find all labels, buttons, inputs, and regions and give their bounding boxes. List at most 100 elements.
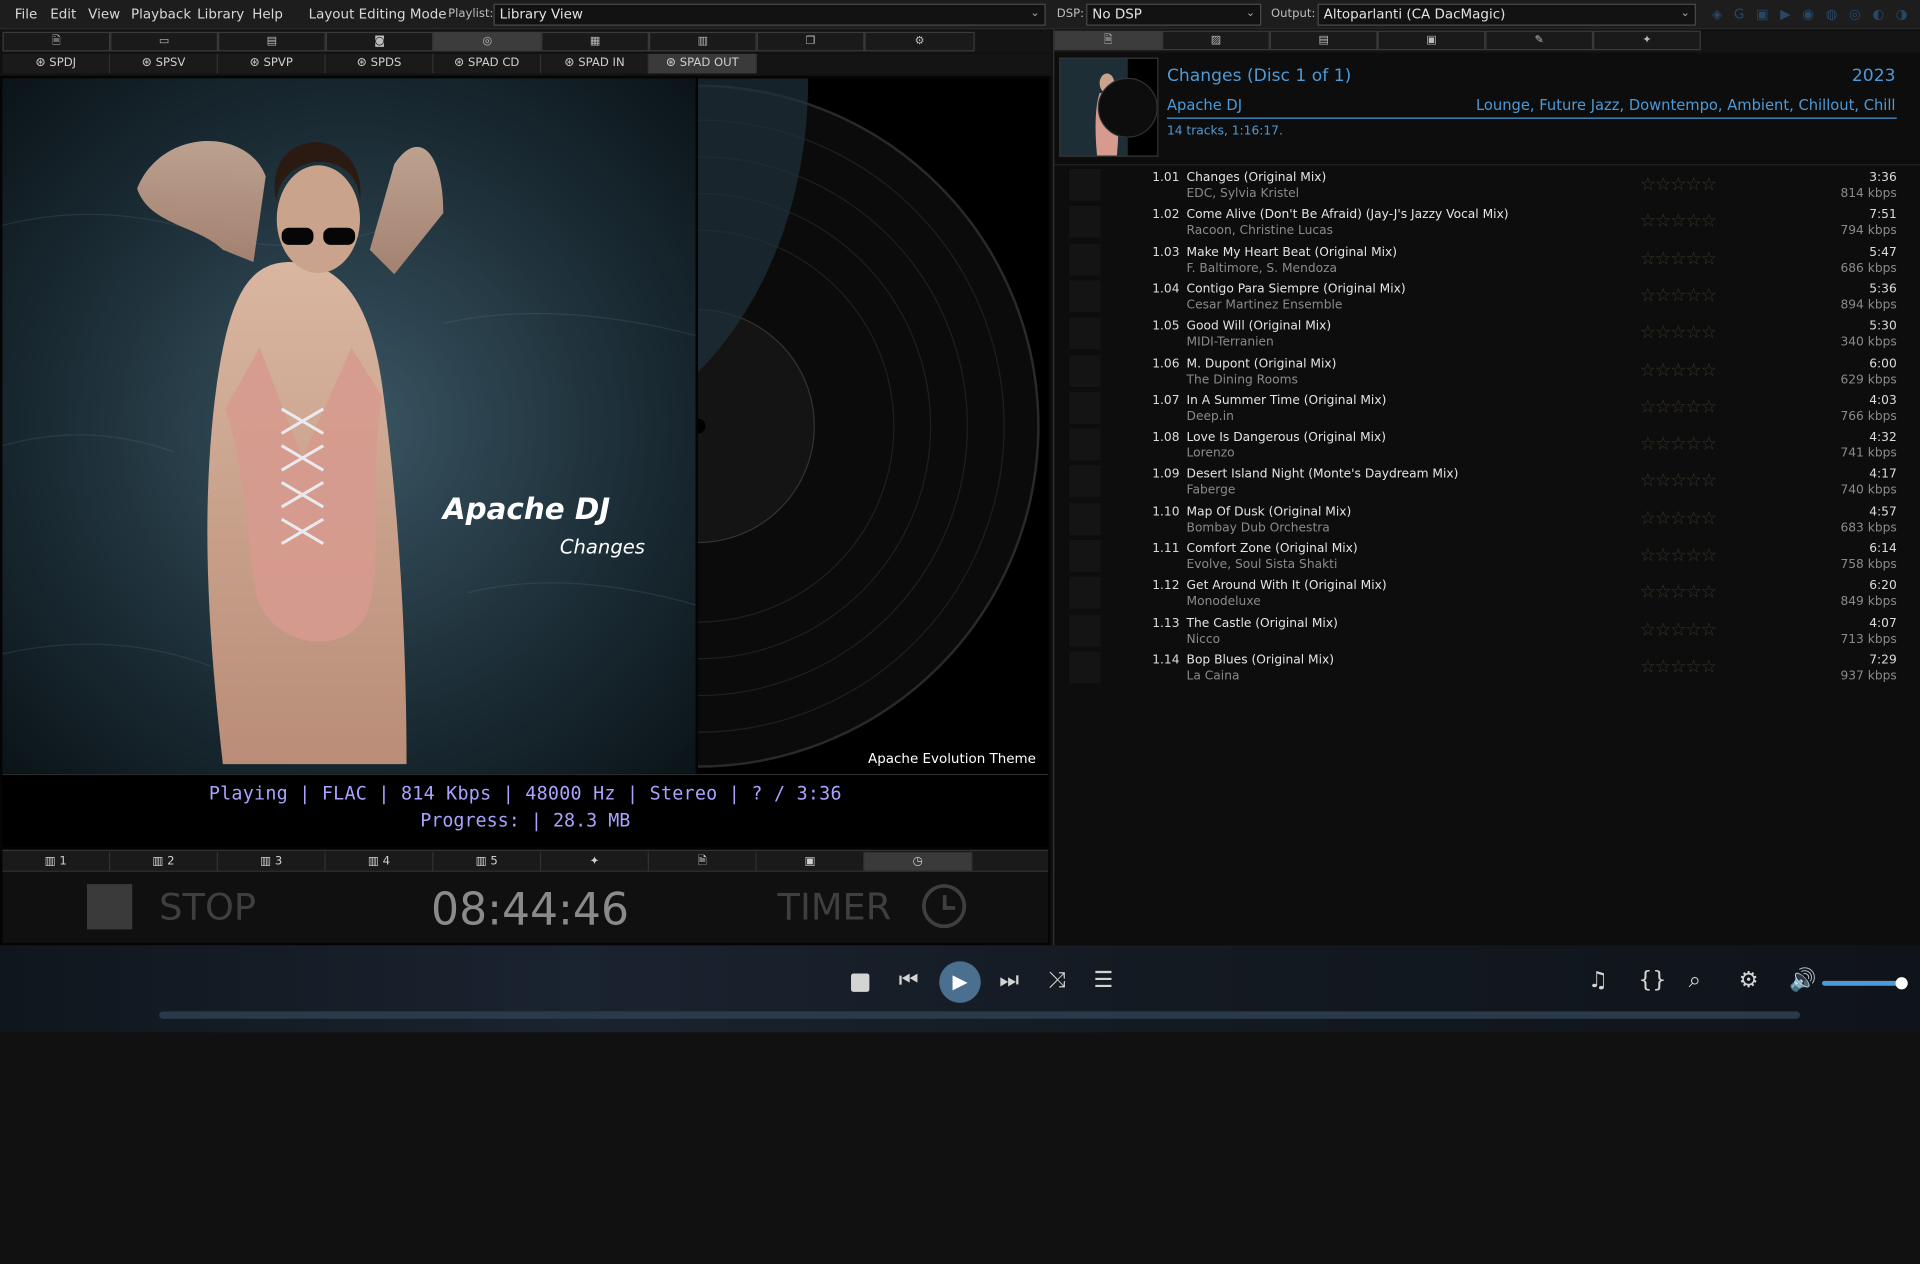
shuffle-icon[interactable]: ⤨ — [1048, 967, 1066, 993]
table-row[interactable]: 1.14 Bop Blues (Original Mix) La Caina ☆☆☆☆… — [1054, 649, 1920, 686]
dsp-select[interactable]: No DSP ⌄ — [1086, 3, 1262, 26]
tab-page-icon[interactable]: 🗎 — [648, 852, 757, 871]
rating-stars[interactable]: ☆☆☆☆☆ — [1640, 173, 1717, 195]
tab-wand-icon[interactable]: ✦ — [541, 852, 649, 871]
row-selector[interactable] — [1068, 243, 1101, 276]
toolbar-disc-icon[interactable]: ◎ — [433, 31, 542, 52]
rating-stars[interactable]: ☆☆☆☆☆ — [1640, 321, 1717, 343]
rating-stars[interactable]: ☆☆☆☆☆ — [1640, 655, 1717, 677]
row-selector[interactable] — [1068, 577, 1101, 609]
tab-spvp[interactable]: ⊛ SPVP — [217, 53, 326, 74]
row-selector[interactable] — [1068, 502, 1101, 535]
toolbar-image-icon[interactable]: ▨ — [1162, 30, 1270, 51]
volume-slider-handle[interactable] — [1895, 977, 1908, 990]
playlist-select[interactable]: Library View ⌄ — [493, 3, 1046, 26]
table-row[interactable]: 1.13 The Castle (Original Mix) Nicco ☆☆☆☆☆ 4… — [1054, 612, 1920, 649]
rating-stars[interactable]: ☆☆☆☆☆ — [1640, 284, 1717, 306]
rating-stars[interactable]: ☆☆☆☆☆ — [1640, 469, 1717, 491]
row-selector[interactable] — [1068, 391, 1101, 424]
table-row[interactable]: 1.09 Desert Island Night (Monte's Daydrea… — [1054, 463, 1920, 500]
album-artist[interactable]: Apache DJ — [1167, 97, 1242, 114]
tab-timer-icon[interactable]: ◷ — [864, 852, 973, 871]
add-to-queue-icon[interactable]: ☰ — [1093, 967, 1113, 993]
menu-library[interactable]: Library — [197, 6, 244, 22]
volume-slider-track[interactable] — [1822, 977, 1908, 990]
tab-calendar-icon[interactable]: ▣ — [756, 852, 865, 871]
table-row[interactable]: 1.04 Contigo Para Siempre (Original Mix) C… — [1054, 278, 1920, 315]
tab-spsv[interactable]: ⊛ SPSV — [110, 53, 218, 74]
row-selector[interactable] — [1068, 280, 1101, 313]
rating-stars[interactable]: ☆☆☆☆☆ — [1640, 210, 1717, 232]
toolbar-list-icon[interactable]: ▤ — [1269, 30, 1378, 51]
toolbar-refresh-icon[interactable]: ◙ — [325, 31, 434, 52]
seek-bar[interactable] — [159, 1011, 1801, 1019]
rating-stars[interactable]: ☆☆☆☆☆ — [1640, 507, 1717, 529]
stop-label[interactable]: STOP — [159, 887, 256, 930]
rating-stars[interactable]: ☆☆☆☆☆ — [1640, 432, 1717, 454]
timer-label[interactable]: TIMER — [778, 887, 892, 930]
play-icon[interactable]: ▶ — [939, 961, 981, 1003]
output-select[interactable]: Altoparlanti (CA DacMagic) ⌄ — [1317, 3, 1696, 26]
toolbar-gear-icon[interactable]: ⚙ — [864, 31, 975, 52]
tab-3[interactable]: ▥ 3 — [217, 852, 326, 871]
rating-stars[interactable]: ☆☆☆☆☆ — [1640, 544, 1717, 566]
stop-square-icon[interactable] — [86, 884, 133, 930]
tab-spds[interactable]: ⊛ SPDS — [325, 53, 434, 74]
toolbar-page-icon[interactable]: 🗎 — [1054, 30, 1163, 51]
table-row[interactable]: 1.11 Comfort Zone (Original Mix) Evolve, S… — [1054, 538, 1920, 575]
table-row[interactable]: 1.02 Come Alive (Don't Be Afraid) (Jay-J'… — [1054, 204, 1920, 241]
tab-4[interactable]: ▥ 4 — [325, 852, 434, 871]
toolbar-clapper-icon[interactable]: ▦ — [541, 31, 649, 52]
table-row[interactable]: 1.01 Changes (Original Mix) EDC, Sylvia Kr… — [1054, 167, 1920, 204]
menu-edit[interactable]: Edit — [50, 6, 76, 22]
previous-icon[interactable]: ⏮ — [899, 967, 919, 993]
brackets-icon[interactable]: {} — [1638, 967, 1666, 993]
toolbar-wand-icon[interactable]: ✦ — [1593, 30, 1701, 51]
table-row[interactable]: 1.06 M. Dupont (Original Mix) The Dining R… — [1054, 352, 1920, 389]
row-selector[interactable] — [1068, 317, 1101, 350]
rating-stars[interactable]: ☆☆☆☆☆ — [1640, 581, 1717, 603]
tab-spad-out[interactable]: ⊛ SPAD OUT — [648, 53, 757, 74]
toolbar-window-icon[interactable]: ▣ — [1377, 30, 1486, 51]
table-row[interactable]: 1.07 In A Summer Time (Original Mix) Deep.… — [1054, 389, 1920, 426]
tab-2[interactable]: ▥ 2 — [110, 852, 218, 871]
table-row[interactable]: 1.12 Get Around With It (Original Mix) Mon… — [1054, 575, 1920, 612]
toolbar-card-icon[interactable]: ▤ — [217, 31, 326, 52]
table-row[interactable]: 1.08 Love Is Dangerous (Original Mix) Lore… — [1054, 426, 1920, 463]
table-row[interactable]: 1.05 Good Will (Original Mix) MIDI-Terrani… — [1054, 315, 1920, 352]
rating-stars[interactable]: ☆☆☆☆☆ — [1640, 247, 1717, 269]
row-selector[interactable] — [1068, 428, 1101, 461]
tab-5[interactable]: ▥ 5 — [433, 852, 542, 871]
row-selector[interactable] — [1068, 540, 1101, 572]
row-selector[interactable] — [1068, 206, 1101, 238]
rating-stars[interactable]: ☆☆☆☆☆ — [1640, 395, 1717, 417]
menu-help[interactable]: Help — [252, 6, 283, 22]
toolbar-copy-icon[interactable]: ❐ — [756, 31, 865, 52]
tab-spdj[interactable]: ⊛ SPDJ — [2, 53, 111, 74]
menu-file[interactable]: File — [15, 6, 38, 22]
row-selector[interactable] — [1068, 168, 1101, 201]
tab-spad-cd[interactable]: ⊛ SPAD CD — [433, 53, 542, 74]
toolbar-page-icon[interactable]: 🗎 — [2, 31, 111, 52]
row-selector[interactable] — [1068, 651, 1101, 684]
timer-clock-icon[interactable] — [922, 884, 967, 929]
volume-icon[interactable]: 🔊 — [1789, 967, 1816, 993]
quick-links-icons[interactable]: ◈ G ▣ ▶ ◉ ◍ ◎ ◐ ◑ — [1712, 6, 1911, 22]
table-row[interactable]: 1.10 Map Of Dusk (Original Mix) Bombay Dub… — [1054, 500, 1920, 537]
rating-stars[interactable]: ☆☆☆☆☆ — [1640, 618, 1717, 640]
row-selector[interactable] — [1068, 614, 1101, 647]
menu-view[interactable]: View — [88, 6, 120, 22]
lyrics-icon[interactable]: ♫ — [1588, 967, 1608, 993]
menu-layout-editing[interactable]: Layout Editing Mode — [309, 6, 447, 22]
search-icon[interactable]: ⌕ — [1689, 967, 1701, 993]
row-selector[interactable] — [1068, 465, 1101, 498]
toolbar-edit-icon[interactable]: ✎ — [1485, 30, 1594, 51]
menu-playback[interactable]: Playback — [131, 6, 191, 22]
gear-icon[interactable]: ⚙ — [1739, 967, 1759, 993]
tab-1[interactable]: ▥ 1 — [2, 852, 111, 871]
next-icon[interactable]: ⏭ — [999, 967, 1019, 993]
table-row[interactable]: 1.03 Make My Heart Beat (Original Mix) F. … — [1054, 241, 1920, 278]
stop-icon[interactable] — [851, 973, 870, 992]
toolbar-chart-icon[interactable]: ▥ — [648, 31, 757, 52]
rating-stars[interactable]: ☆☆☆☆☆ — [1640, 358, 1717, 380]
